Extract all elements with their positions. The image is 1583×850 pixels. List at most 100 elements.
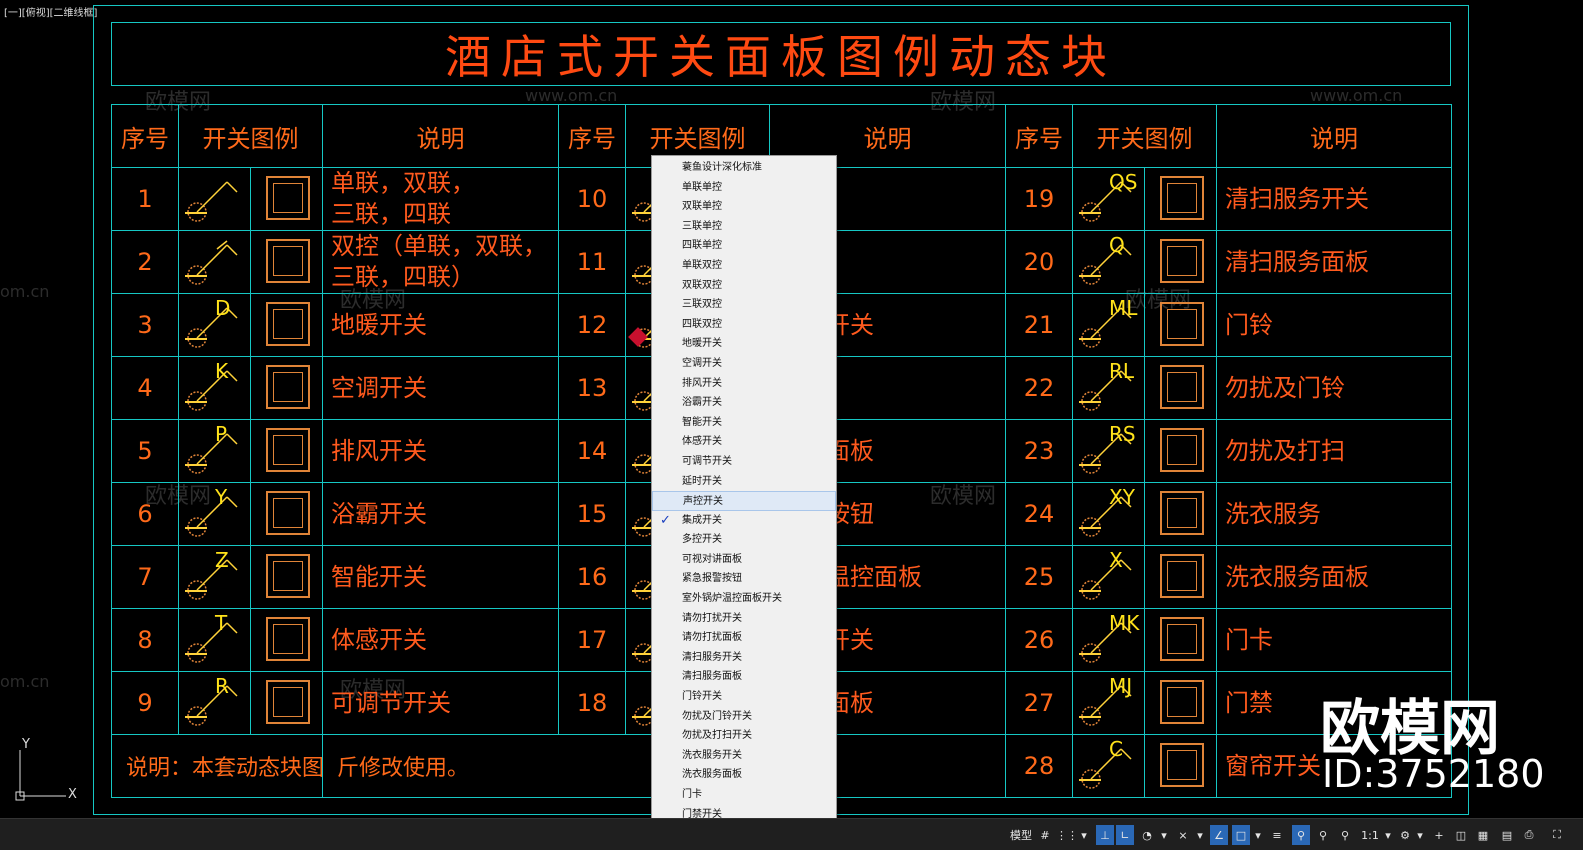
- menu-item[interactable]: 勿扰及打扫开关: [652, 726, 836, 746]
- switch-symbol[interactable]: D: [178, 293, 251, 357]
- switch-symbol[interactable]: ML: [1072, 293, 1145, 357]
- menu-item[interactable]: 四联双控: [652, 315, 836, 335]
- model-space-button[interactable]: 模型: [1008, 825, 1034, 845]
- panel-icon[interactable]: [250, 356, 323, 420]
- fullscreen-icon[interactable]: ⛶: [1546, 825, 1568, 845]
- menu-item[interactable]: 声控开关: [652, 491, 836, 511]
- panel-icon[interactable]: [250, 419, 323, 483]
- panel-icon[interactable]: [1144, 734, 1217, 798]
- switch-symbol[interactable]: XY: [1072, 482, 1145, 546]
- panel-icon[interactable]: [1144, 167, 1217, 231]
- print-icon[interactable]: ⎙: [1520, 825, 1538, 845]
- menu-item[interactable]: 单联双控: [652, 256, 836, 276]
- menu-item[interactable]: 三联单控: [652, 217, 836, 237]
- annotation-visibility-icon[interactable]: ⚲: [1292, 825, 1310, 845]
- panel-icon[interactable]: [1144, 545, 1217, 609]
- panel-icon[interactable]: [1144, 230, 1217, 294]
- ortho-icon[interactable]: ∟: [1116, 825, 1134, 845]
- menu-item[interactable]: 多控开关: [652, 530, 836, 550]
- menu-item[interactable]: 蓑鱼设计深化标准: [652, 158, 836, 178]
- panel-icon[interactable]: [250, 608, 323, 672]
- annotation-scale-icon[interactable]: ⚲: [1336, 825, 1354, 845]
- switch-symbol[interactable]: [178, 167, 251, 231]
- isodraft-icon[interactable]: ⨯: [1174, 825, 1192, 845]
- menu-item[interactable]: 三联双控: [652, 295, 836, 315]
- switch-symbol[interactable]: QS: [1072, 167, 1145, 231]
- menu-item[interactable]: 双联双控: [652, 276, 836, 296]
- snap-icon[interactable]: ⋮⋮: [1056, 825, 1078, 845]
- switch-symbol[interactable]: X: [1072, 545, 1145, 609]
- clean-screen-icon[interactable]: ▤: [1498, 825, 1516, 845]
- switch-symbol[interactable]: RS: [1072, 419, 1145, 483]
- panel-icon[interactable]: [250, 167, 323, 231]
- menu-item[interactable]: 智能开关: [652, 413, 836, 433]
- chevron-down-icon[interactable]: ▾: [1414, 825, 1426, 845]
- panel-icon[interactable]: [1144, 671, 1217, 735]
- chevron-down-icon[interactable]: ▾: [1078, 825, 1090, 845]
- switch-symbol[interactable]: K: [178, 356, 251, 420]
- plus-icon[interactable]: +: [1430, 825, 1448, 845]
- menu-item[interactable]: 四联单控: [652, 236, 836, 256]
- menu-item[interactable]: 请勿打扰开关: [652, 609, 836, 629]
- menu-item[interactable]: 门卡: [652, 785, 836, 805]
- switch-symbol[interactable]: P: [178, 419, 251, 483]
- switch-symbol[interactable]: MK: [1072, 608, 1145, 672]
- panel-icon[interactable]: [1144, 356, 1217, 420]
- gear-icon[interactable]: ⚙: [1396, 825, 1414, 845]
- panel-icon[interactable]: [250, 671, 323, 735]
- panel-icon[interactable]: [1144, 608, 1217, 672]
- menu-item[interactable]: 双联单控: [652, 197, 836, 217]
- switch-symbol[interactable]: R: [178, 671, 251, 735]
- menu-item[interactable]: 体感开关: [652, 432, 836, 452]
- panel-icon[interactable]: [1144, 293, 1217, 357]
- menu-item[interactable]: 勿扰及门铃开关: [652, 707, 836, 727]
- menu-item[interactable]: 排风开关: [652, 374, 836, 394]
- menu-item[interactable]: 可调节开关: [652, 452, 836, 472]
- menu-item[interactable]: 可视对讲面板: [652, 550, 836, 570]
- infer-constraints-icon[interactable]: ⊥: [1096, 825, 1114, 845]
- panel-icon[interactable]: [1144, 482, 1217, 546]
- grid-icon[interactable]: #: [1036, 825, 1054, 845]
- isolate-icon[interactable]: ◫: [1452, 825, 1470, 845]
- panel-icon[interactable]: [1144, 419, 1217, 483]
- menu-item[interactable]: 清扫服务开关: [652, 648, 836, 668]
- menu-item[interactable]: 室外锅炉温控面板开关: [652, 589, 836, 609]
- chevron-down-icon[interactable]: ▾: [1158, 825, 1170, 845]
- viewport-label[interactable]: [一][俯视][二维线框]: [4, 4, 97, 19]
- switch-symbol[interactable]: [178, 230, 251, 294]
- menu-item[interactable]: 浴霸开关: [652, 393, 836, 413]
- switch-symbol[interactable]: Q: [1072, 230, 1145, 294]
- switch-symbol[interactable]: C: [1072, 734, 1145, 798]
- auto-scale-icon[interactable]: ⚲: [1314, 825, 1332, 845]
- menu-item[interactable]: 请勿打扰面板: [652, 628, 836, 648]
- menu-item[interactable]: 单联单控: [652, 178, 836, 198]
- menu-item[interactable]: 洗衣服务面板: [652, 765, 836, 785]
- switch-symbol[interactable]: MJ: [1072, 671, 1145, 735]
- panel-icon[interactable]: [250, 482, 323, 546]
- block-visibility-menu[interactable]: 蓑鱼设计深化标准 单联单控 双联单控 三联单控 四联单控 单联双控 双联双控 三联双控 四联双控…: [651, 155, 837, 850]
- osnap-icon[interactable]: □: [1232, 825, 1250, 845]
- menu-item[interactable]: 紧急报警按钮: [652, 569, 836, 589]
- chevron-down-icon[interactable]: ▾: [1194, 825, 1206, 845]
- switch-symbol[interactable]: RL: [1072, 356, 1145, 420]
- menu-item[interactable]: 空调开关: [652, 354, 836, 374]
- panel-icon[interactable]: [250, 293, 323, 357]
- chevron-down-icon[interactable]: ▾: [1382, 825, 1394, 845]
- menu-item[interactable]: 地暖开关: [652, 334, 836, 354]
- menu-item[interactable]: 延时开关: [652, 472, 836, 492]
- hardware-accel-icon[interactable]: ▦: [1474, 825, 1492, 845]
- lineweight-icon[interactable]: ≡: [1268, 825, 1286, 845]
- polar-icon[interactable]: ◔: [1138, 825, 1156, 845]
- menu-item[interactable]: ✓ 集成开关: [652, 511, 836, 531]
- menu-item[interactable]: 洗衣服务开关: [652, 746, 836, 766]
- switch-symbol[interactable]: Z: [178, 545, 251, 609]
- menu-item[interactable]: 门铃开关: [652, 687, 836, 707]
- panel-icon[interactable]: [250, 545, 323, 609]
- chevron-down-icon[interactable]: ▾: [1252, 825, 1264, 845]
- object-track-icon[interactable]: ∠: [1210, 825, 1228, 845]
- panel-icon[interactable]: [250, 230, 323, 294]
- switch-symbol[interactable]: Y: [178, 482, 251, 546]
- annotation-scale-value[interactable]: 1:1: [1358, 825, 1382, 845]
- menu-item[interactable]: 清扫服务面板: [652, 667, 836, 687]
- switch-symbol[interactable]: T: [178, 608, 251, 672]
